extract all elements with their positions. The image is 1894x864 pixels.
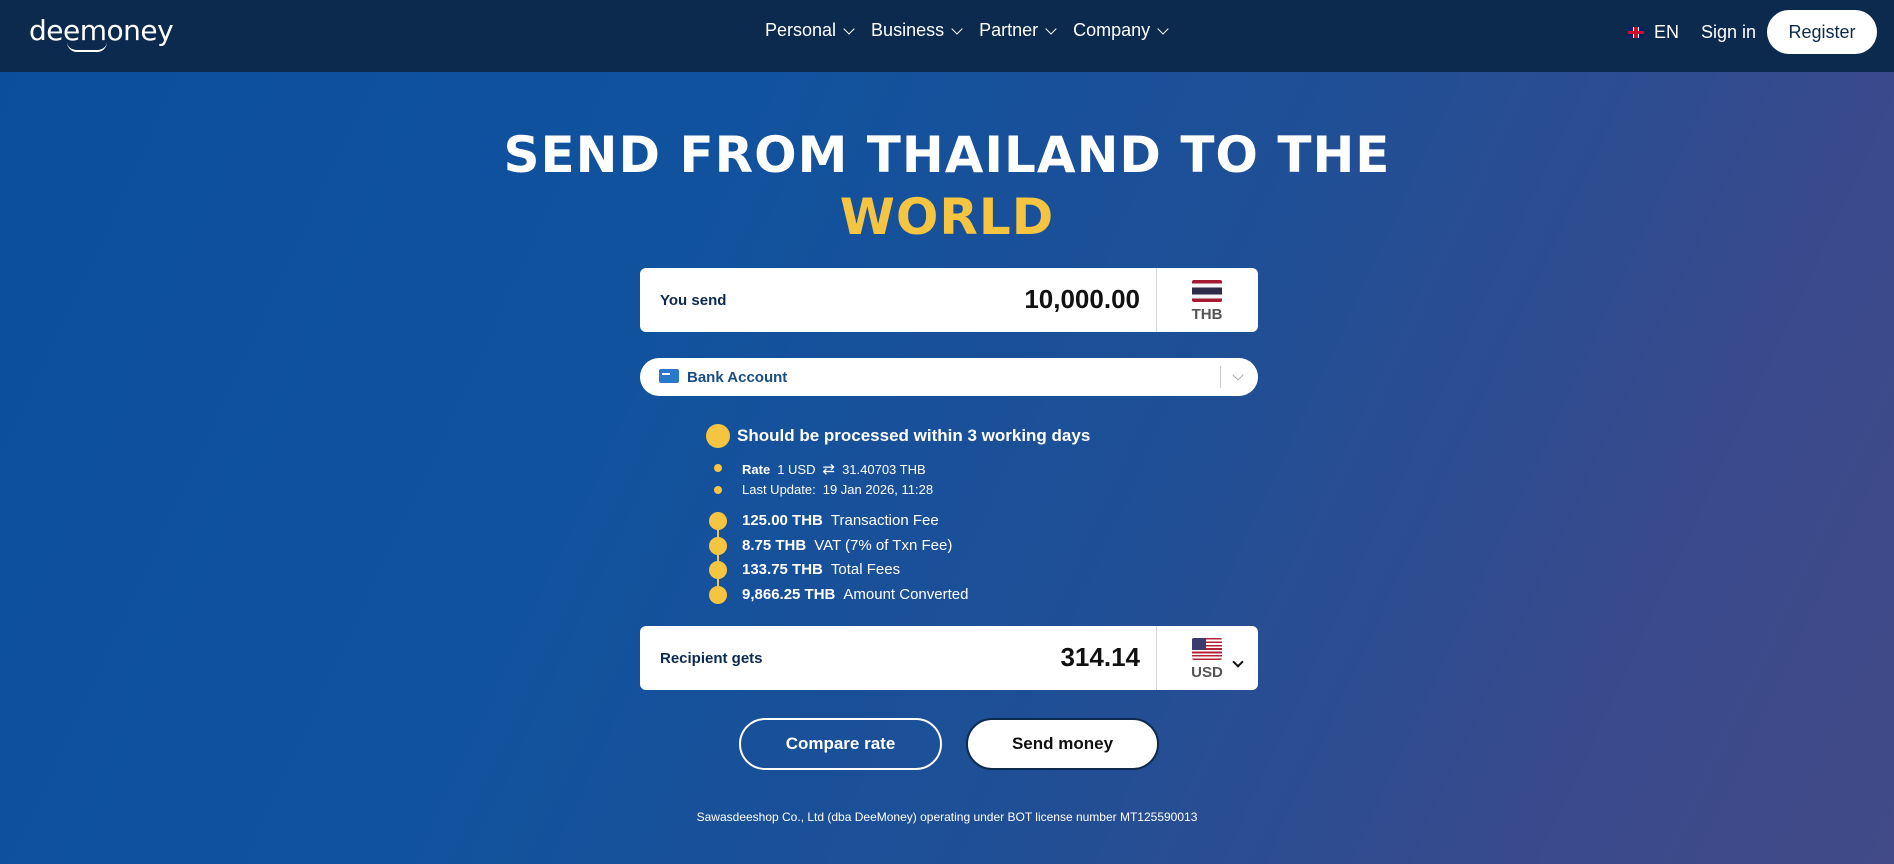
language-label: EN — [1654, 22, 1680, 42]
chevron-down-icon — [1045, 22, 1057, 35]
deemoney-logo[interactable]: deemoney — [29, 14, 174, 52]
last-update-value: 19 Jan 2026, 11:28 — [822, 482, 934, 497]
chevron-down-icon — [951, 22, 963, 35]
thailand-flag-icon — [1192, 280, 1222, 302]
fee-dot-icon — [709, 537, 727, 555]
sign-in-link[interactable]: Sign in — [1701, 22, 1756, 43]
rate-from: 1 USD — [777, 461, 816, 477]
bank-card-icon — [659, 369, 679, 383]
fee-amount: 8.75 THB — [742, 537, 807, 554]
chevron-down-icon — [1232, 369, 1244, 381]
fee-row: 133.75 THB Total Fees — [742, 561, 900, 578]
swap-arrows-icon: ⇄ — [822, 460, 836, 478]
hero-title: SEND FROM THAILAND TO THE — [503, 126, 1391, 184]
compare-rate-button[interactable]: Compare rate — [739, 718, 942, 770]
nav-personal[interactable]: Personal — [765, 20, 855, 41]
hero-title-accent: WORLD — [839, 188, 1055, 246]
rate-dot-icon — [714, 464, 722, 472]
main-nav: Personal Business Partner Company — [765, 20, 1185, 41]
fee-dot-icon — [709, 561, 727, 579]
register-button[interactable]: Register — [1767, 10, 1877, 54]
receive-currency-select[interactable]: USD — [1156, 626, 1258, 690]
uk-flag-icon — [1628, 27, 1644, 38]
send-amount-input[interactable]: 10,000.00 — [1024, 284, 1140, 315]
nav-company[interactable]: Company — [1073, 20, 1169, 41]
nav-label: Company — [1073, 20, 1151, 40]
logo-swoosh — [67, 42, 107, 52]
receive-label: Recipient gets — [660, 650, 763, 667]
fee-dot-icon — [709, 512, 727, 530]
nav-label: Personal — [765, 20, 837, 40]
divider — [1220, 366, 1221, 388]
processing-dot-icon — [706, 424, 730, 448]
fee-row: 9,866.25 THB Amount Converted — [742, 586, 968, 603]
fee-label: Transaction Fee — [830, 512, 939, 529]
chevron-down-icon — [1157, 22, 1169, 35]
fee-label: Total Fees — [830, 561, 901, 578]
language-selector[interactable]: EN — [1628, 22, 1679, 43]
license-note: Sawasdeeshop Co., Ltd (dba DeeMoney) ope… — [696, 810, 1198, 824]
send-amount-card: You send 10,000.00 THB — [640, 268, 1258, 332]
rate-to: 31.40703 THB — [842, 461, 926, 477]
last-update: Last Update: 19 Jan 2026, 11:28 — [742, 482, 933, 497]
receive-currency-code: USD — [1191, 664, 1223, 681]
fee-row: 8.75 THB VAT (7% of Txn Fee) — [742, 537, 952, 554]
rate-label: Rate — [742, 461, 771, 477]
fee-amount: 125.00 THB — [742, 512, 823, 529]
send-currency: THB — [1156, 268, 1258, 332]
send-label: You send — [660, 292, 727, 309]
exchange-rate: Rate 1 USD ⇄ 31.40703 THB — [742, 460, 926, 478]
usa-flag-icon — [1192, 638, 1222, 660]
fee-timeline-line — [717, 520, 719, 596]
fee-dot-icon — [709, 586, 727, 604]
update-dot-icon — [714, 486, 722, 494]
fee-amount: 133.75 THB — [742, 561, 823, 578]
receive-amount-input[interactable]: 314.14 — [1060, 642, 1140, 673]
fee-row: 125.00 THB Transaction Fee — [742, 512, 939, 529]
nav-label: Partner — [979, 20, 1039, 40]
receive-amount-card: Recipient gets 314.14 USD — [640, 626, 1258, 690]
chevron-down-icon — [843, 22, 855, 35]
nav-partner[interactable]: Partner — [979, 20, 1057, 41]
send-money-button[interactable]: Send money — [966, 718, 1159, 770]
last-update-label: Last Update: — [742, 482, 816, 497]
nav-label: Business — [871, 20, 945, 40]
nav-business[interactable]: Business — [871, 20, 963, 41]
send-currency-code: THB — [1191, 306, 1223, 323]
fee-amount: 9,866.25 THB — [742, 586, 836, 603]
payment-method-label: Bank Account — [687, 369, 788, 386]
fee-label: VAT (7% of Txn Fee) — [814, 537, 953, 554]
top-navigation-bar: deemoney Personal Business Partner Compa… — [0, 0, 1894, 72]
payment-method-select[interactable]: Bank Account — [640, 358, 1258, 396]
fee-label: Amount Converted — [843, 586, 969, 603]
processing-time-text: Should be processed within 3 working day… — [737, 426, 1091, 445]
